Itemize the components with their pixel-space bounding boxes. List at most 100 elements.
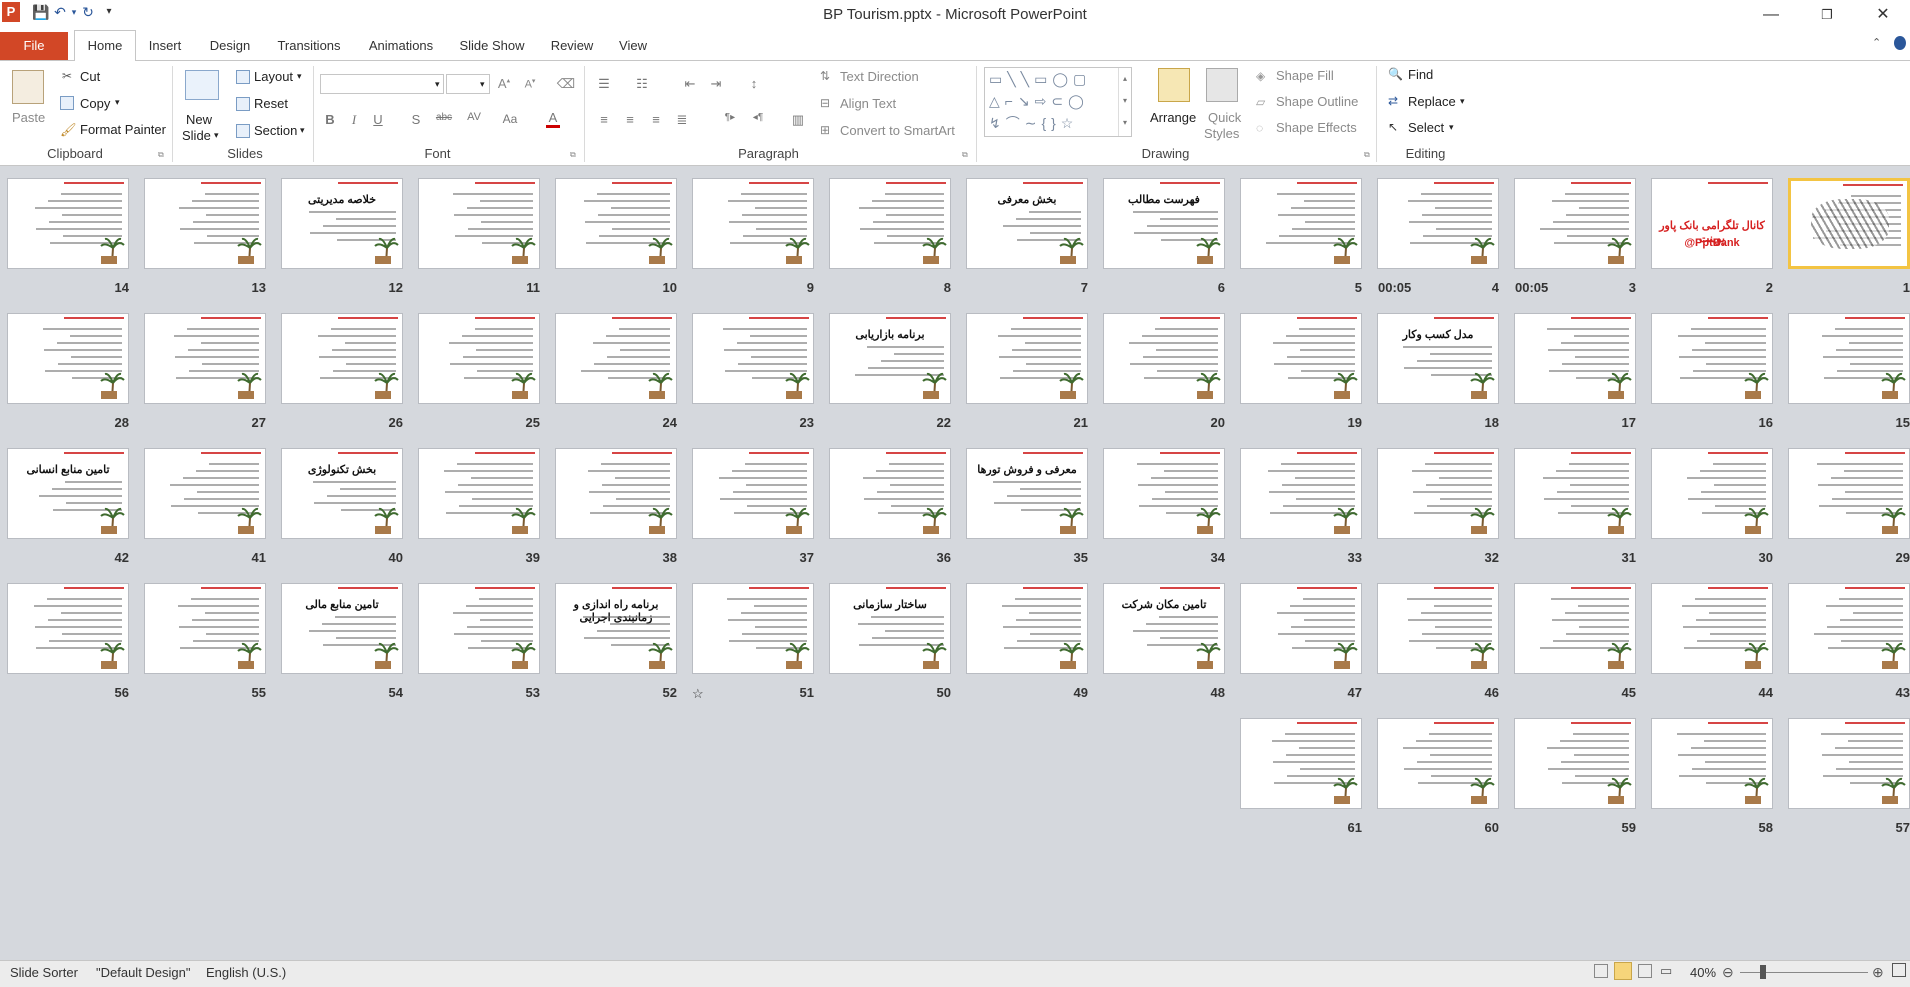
slide-thumbnail[interactable] [7, 313, 129, 404]
select-button[interactable]: Select [1408, 120, 1444, 135]
slide-thumbnail[interactable]: فهرست مطالب [1103, 178, 1225, 269]
new-slide-button-line1[interactable]: New [186, 112, 212, 127]
slide-thumbnail[interactable] [1651, 583, 1773, 674]
zoom-in-icon[interactable]: ⊕ [1872, 964, 1884, 981]
copy-dropdown-icon[interactable]: ▾ [115, 97, 120, 108]
slide-thumbnail[interactable] [1651, 448, 1773, 539]
fit-to-window-icon[interactable] [1892, 963, 1906, 977]
slide-thumbnail[interactable]: بخش تکنولوژی [281, 448, 403, 539]
find-button[interactable]: Find [1408, 67, 1433, 82]
slide-thumbnail[interactable] [144, 178, 266, 269]
slide-thumbnail[interactable] [281, 313, 403, 404]
slide-thumbnail[interactable] [418, 313, 540, 404]
slide-thumbnail[interactable] [1514, 178, 1636, 269]
slide-thumbnail[interactable] [144, 583, 266, 674]
slide-show-view-icon[interactable]: ▭ [1660, 963, 1672, 979]
restore-button[interactable]: ❐ [1804, 0, 1850, 30]
align-right-button[interactable]: ≡ [646, 112, 666, 127]
numbering-button[interactable]: ☷ [632, 76, 652, 92]
slide-thumbnail[interactable]: خلاصه مدیریتی [281, 178, 403, 269]
bold-button[interactable]: B [320, 112, 340, 127]
arrange-button[interactable]: Arrange [1150, 110, 1196, 125]
slide-thumbnail[interactable] [1651, 718, 1773, 809]
slide-thumbnail[interactable] [1103, 313, 1225, 404]
line-spacing-button[interactable]: ↕ [744, 76, 764, 91]
slide-thumbnail[interactable] [1240, 718, 1362, 809]
slide-thumbnail[interactable]: تامین منابع انسانی [7, 448, 129, 539]
replace-dropdown-icon[interactable]: ▾ [1460, 96, 1465, 107]
tab-slide-show[interactable]: Slide Show [454, 32, 530, 60]
slide-thumbnail[interactable]: کانال تلگرامی بانک پاور پوینت @PptBank [1651, 178, 1773, 269]
slide-thumbnail[interactable] [1788, 583, 1910, 674]
convert-to-smartart-button[interactable]: Convert to SmartArt [840, 123, 955, 138]
slide-thumbnail[interactable] [1377, 718, 1499, 809]
increase-indent-button[interactable]: ⇥ [706, 76, 726, 92]
slide-thumbnail[interactable]: برنامه راه اندازی و زمانبندی اجرایی [555, 583, 677, 674]
shape-outline-button[interactable]: Shape Outline [1276, 94, 1358, 109]
strikethrough-button[interactable]: abc [434, 112, 454, 123]
slide-thumbnail[interactable] [418, 448, 540, 539]
underline-button[interactable]: U [368, 112, 388, 127]
help-icon[interactable] [1894, 36, 1906, 50]
animation-star-icon[interactable]: ☆ [692, 686, 704, 702]
quick-styles-icon[interactable] [1206, 68, 1238, 102]
slide-thumbnail[interactable] [1240, 178, 1362, 269]
font-size-dropdown-icon[interactable]: ▾ [480, 79, 485, 90]
slide-thumbnail[interactable] [1377, 448, 1499, 539]
justify-button[interactable]: ≣ [672, 112, 692, 128]
normal-view-icon[interactable] [1594, 964, 1608, 978]
status-language[interactable]: English (U.S.) [206, 965, 286, 980]
slide-thumbnail[interactable] [1240, 313, 1362, 404]
ltr-button[interactable]: ¶▸ [720, 112, 740, 123]
status-theme[interactable]: "Default Design" [96, 965, 191, 980]
new-slide-icon[interactable] [185, 70, 219, 100]
cut-button[interactable]: Cut [80, 69, 100, 84]
font-name-dropdown-icon[interactable]: ▾ [435, 79, 440, 90]
paste-button[interactable]: Paste [12, 110, 45, 125]
slide-thumbnail[interactable] [1514, 313, 1636, 404]
slide-thumbnail[interactable] [966, 313, 1088, 404]
character-spacing-button[interactable]: AV [464, 111, 484, 123]
italic-button[interactable]: I [344, 112, 364, 128]
font-name-combo[interactable] [320, 74, 444, 94]
copy-button[interactable]: Copy [80, 96, 110, 111]
rtl-button[interactable]: ◂¶ [748, 112, 768, 123]
reading-view-icon[interactable] [1638, 964, 1652, 978]
align-text-button[interactable]: Align Text [840, 96, 896, 111]
shapes-gallery[interactable]: ▭╲╲▭◯▢ △⌐↘⇨⊂◯ ↯⌒∼{}☆ ▴ ▾ ▾ [984, 67, 1132, 137]
align-center-button[interactable]: ≡ [620, 112, 640, 127]
slide-thumbnail[interactable]: تامین مکان شرکت [1103, 583, 1225, 674]
slide-thumbnail[interactable] [692, 448, 814, 539]
slide-thumbnail[interactable] [144, 313, 266, 404]
columns-button[interactable]: ▥ [788, 112, 808, 128]
tab-transitions[interactable]: Transitions [270, 32, 348, 60]
section-dropdown-icon[interactable]: ▾ [300, 125, 305, 136]
slide-thumbnail[interactable]: معرفی و فروش تورها [966, 448, 1088, 539]
slide-thumbnail[interactable] [1514, 448, 1636, 539]
slide-thumbnail[interactable] [144, 448, 266, 539]
slide-thumbnail[interactable] [1240, 448, 1362, 539]
slide-thumbnail[interactable] [1103, 448, 1225, 539]
slide-thumbnail[interactable] [1788, 718, 1910, 809]
slide-thumbnail[interactable] [1651, 313, 1773, 404]
slide-thumbnail[interactable] [7, 583, 129, 674]
text-shadow-button[interactable]: S [406, 112, 426, 127]
arrange-icon[interactable] [1158, 68, 1190, 102]
reset-button[interactable]: Reset [254, 96, 288, 111]
slide-thumbnail[interactable] [1377, 178, 1499, 269]
quick-styles-button-line1[interactable]: Quick [1208, 110, 1241, 125]
tab-home[interactable]: Home [74, 30, 136, 62]
layout-button[interactable]: Layout [254, 69, 293, 84]
font-launcher-icon[interactable]: ⧉ [570, 150, 576, 160]
slide-thumbnail[interactable] [1788, 178, 1910, 269]
slide-thumbnail[interactable]: بخش معرفی [966, 178, 1088, 269]
layout-dropdown-icon[interactable]: ▾ [297, 71, 302, 82]
zoom-out-icon[interactable]: ⊖ [1722, 964, 1734, 981]
quick-styles-button-line2[interactable]: Styles [1204, 126, 1239, 141]
slide-thumbnail[interactable] [1788, 313, 1910, 404]
tab-view[interactable]: View [612, 32, 654, 60]
align-left-button[interactable]: ≡ [594, 112, 614, 127]
zoom-slider-thumb[interactable] [1760, 965, 1766, 979]
slide-thumbnail[interactable] [418, 178, 540, 269]
slide-thumbnail[interactable] [418, 583, 540, 674]
